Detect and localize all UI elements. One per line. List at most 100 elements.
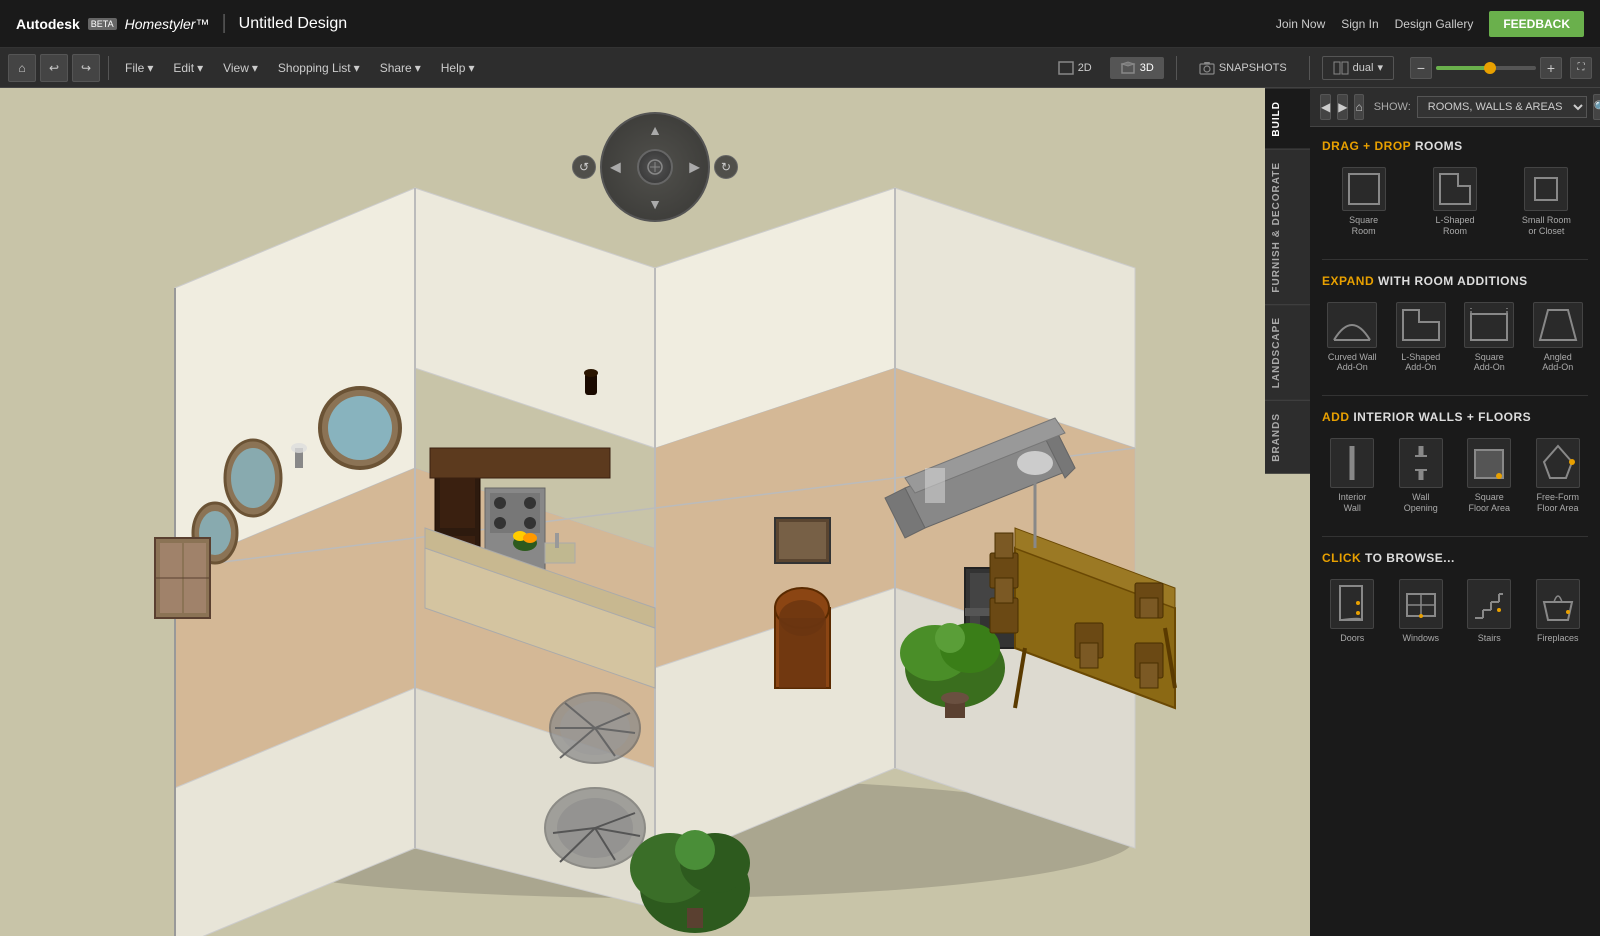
section-divider-1: [1322, 259, 1588, 260]
join-now-link[interactable]: Join Now: [1276, 17, 1325, 31]
canvas-area[interactable]: ▲ ▼ ◀ ▶ ↺ ↻: [0, 88, 1310, 936]
interior-wall-item[interactable]: InteriorWall: [1322, 434, 1383, 518]
interior-wall-label: InteriorWall: [1338, 492, 1366, 514]
panel-forward-button[interactable]: ▶: [1337, 94, 1348, 120]
windows-item[interactable]: Windows: [1391, 575, 1452, 648]
rotate-right-button[interactable]: ↻: [714, 155, 738, 179]
panel-home-button[interactable]: ⌂: [1354, 94, 1363, 120]
stairs-label: Stairs: [1478, 633, 1501, 644]
fireplaces-item[interactable]: Fireplaces: [1528, 575, 1589, 648]
interior-walls-title: ADD INTERIOR WALLS + FLOORS: [1322, 410, 1588, 424]
redo-button[interactable]: ↪: [72, 54, 100, 82]
square-addon-item[interactable]: SquareAdd-On: [1459, 298, 1520, 378]
zoom-in-button[interactable]: +: [1540, 57, 1562, 79]
nav-right-button[interactable]: ▶: [689, 159, 700, 176]
doors-shape: [1330, 579, 1374, 629]
zoom-out-button[interactable]: −: [1410, 57, 1432, 79]
nav-center-icon: [646, 158, 664, 176]
browse-title: CLICK TO BROWSE...: [1322, 551, 1588, 565]
zoom-fill: [1436, 66, 1486, 70]
doors-item[interactable]: Doors: [1322, 575, 1383, 648]
navigation-control: ▲ ▼ ◀ ▶ ↺ ↻: [600, 112, 710, 222]
panel-search-button[interactable]: 🔍: [1593, 94, 1600, 120]
windows-label: Windows: [1402, 633, 1439, 644]
logo-app: Homestyler™: [125, 16, 210, 32]
brands-tab[interactable]: BRANDS: [1265, 400, 1310, 474]
furnish-decorate-tab[interactable]: FURNISH & DECORATE: [1265, 149, 1310, 305]
square-floor-item[interactable]: SquareFloor Area: [1459, 434, 1520, 518]
curved-wall-shape: [1327, 302, 1377, 348]
nav-ring: ▲ ▼ ◀ ▶: [600, 112, 710, 222]
logo-area: Autodesk BETA Homestyler™: [16, 16, 209, 32]
side-tabs: BUILD FURNISH & DECORATE LANDSCAPE BRAND…: [1265, 88, 1310, 474]
browse-grid: Doors Windows: [1322, 575, 1588, 648]
freeform-floor-label: Free-FormFloor Area: [1537, 492, 1580, 514]
2d-view-button[interactable]: 2D: [1048, 57, 1102, 79]
fireplaces-shape: [1536, 579, 1580, 629]
undo-button[interactable]: ↩: [40, 54, 68, 82]
l-shaped-addon-icon: [1399, 306, 1443, 344]
section-divider-2: [1322, 395, 1588, 396]
curved-wall-label: Curved WallAdd-On: [1328, 352, 1377, 374]
help-menu[interactable]: Help▾: [433, 57, 483, 79]
dual-view-button[interactable]: dual ▾: [1322, 56, 1394, 80]
fireplaces-label: Fireplaces: [1537, 633, 1579, 644]
fullscreen-button[interactable]: ⛶: [1570, 57, 1592, 79]
3d-view-button[interactable]: 3D: [1110, 57, 1164, 79]
freeform-floor-item[interactable]: Free-FormFloor Area: [1528, 434, 1589, 518]
view-controls: 2D 3D SNAPSHOTS dual ▾ − + ⛶: [1048, 56, 1592, 80]
show-dropdown[interactable]: ROOMS, WALLS & AREAS ALL WALLS ONLY: [1417, 96, 1587, 118]
panel-back-button[interactable]: ◀: [1320, 94, 1331, 120]
zoom-slider[interactable]: [1436, 66, 1536, 70]
logo-beta: BETA: [88, 18, 117, 30]
edit-menu[interactable]: Edit▾: [165, 57, 211, 79]
nav-down-button[interactable]: ▼: [648, 196, 662, 212]
view-menu[interactable]: View▾: [215, 57, 266, 79]
interior-wall-icon: [1334, 442, 1370, 484]
curved-wall-item[interactable]: Curved WallAdd-On: [1322, 298, 1383, 378]
zoom-bar: − +: [1410, 57, 1562, 79]
file-menu[interactable]: File▾: [117, 57, 161, 79]
drag-drop-rooms-grid: SquareRoom L-ShapedRoom: [1322, 163, 1588, 241]
rotate-left-button[interactable]: ↺: [572, 155, 596, 179]
l-shaped-room-item[interactable]: L-ShapedRoom: [1413, 163, 1496, 241]
menu-separator-2: [1176, 56, 1177, 80]
home-button[interactable]: ⌂: [8, 54, 36, 82]
l-shaped-addon-item[interactable]: L-ShapedAdd-On: [1391, 298, 1452, 378]
nav-up-button[interactable]: ▲: [648, 122, 662, 138]
angled-addon-item[interactable]: AngledAdd-On: [1528, 298, 1589, 378]
square-addon-shape: [1464, 302, 1514, 348]
stairs-item[interactable]: Stairs: [1459, 575, 1520, 648]
title-separator: |: [221, 12, 226, 35]
snapshots-button[interactable]: SNAPSHOTS: [1189, 57, 1297, 79]
landscape-tab[interactable]: LANDSCAPE: [1265, 304, 1310, 400]
square-floor-label: SquareFloor Area: [1468, 492, 1510, 514]
zoom-thumb[interactable]: [1484, 62, 1496, 74]
square-room-icon: [1345, 170, 1383, 208]
design-gallery-link[interactable]: Design Gallery: [1395, 17, 1474, 31]
camera-icon: [1199, 61, 1215, 75]
sign-in-link[interactable]: Sign In: [1341, 17, 1378, 31]
windows-shape: [1399, 579, 1443, 629]
fireplaces-icon: [1540, 582, 1576, 626]
wall-opening-shape: [1399, 438, 1443, 488]
room-additions-grid: Curved WallAdd-On L-ShapedAdd-On: [1322, 298, 1588, 378]
wall-opening-item[interactable]: WallOpening: [1391, 434, 1452, 518]
small-room-label: Small Roomor Closet: [1522, 215, 1571, 237]
shopping-list-menu[interactable]: Shopping List▾: [270, 57, 368, 79]
square-room-shape: [1342, 167, 1386, 211]
section-divider-3: [1322, 536, 1588, 537]
angled-addon-label: AngledAdd-On: [1542, 352, 1573, 374]
small-room-item[interactable]: Small Roomor Closet: [1505, 163, 1588, 241]
build-tab[interactable]: BUILD: [1265, 88, 1310, 149]
main-area: ▲ ▼ ◀ ▶ ↺ ↻ BUILD FURNISH & DECORATE LAN…: [0, 88, 1600, 936]
square-room-item[interactable]: SquareRoom: [1322, 163, 1405, 241]
windows-icon: [1403, 582, 1439, 626]
share-menu[interactable]: Share▾: [372, 57, 429, 79]
nav-center[interactable]: [637, 149, 673, 185]
nav-left-button[interactable]: ◀: [610, 159, 621, 176]
feedback-button[interactable]: FEEDBACK: [1489, 11, 1584, 37]
menu-bar: ⌂ ↩ ↪ File▾ Edit▾ View▾ Shopping List▾ S…: [0, 48, 1600, 88]
show-label: SHOW:: [1374, 101, 1411, 113]
document-title: Untitled Design: [239, 15, 348, 33]
